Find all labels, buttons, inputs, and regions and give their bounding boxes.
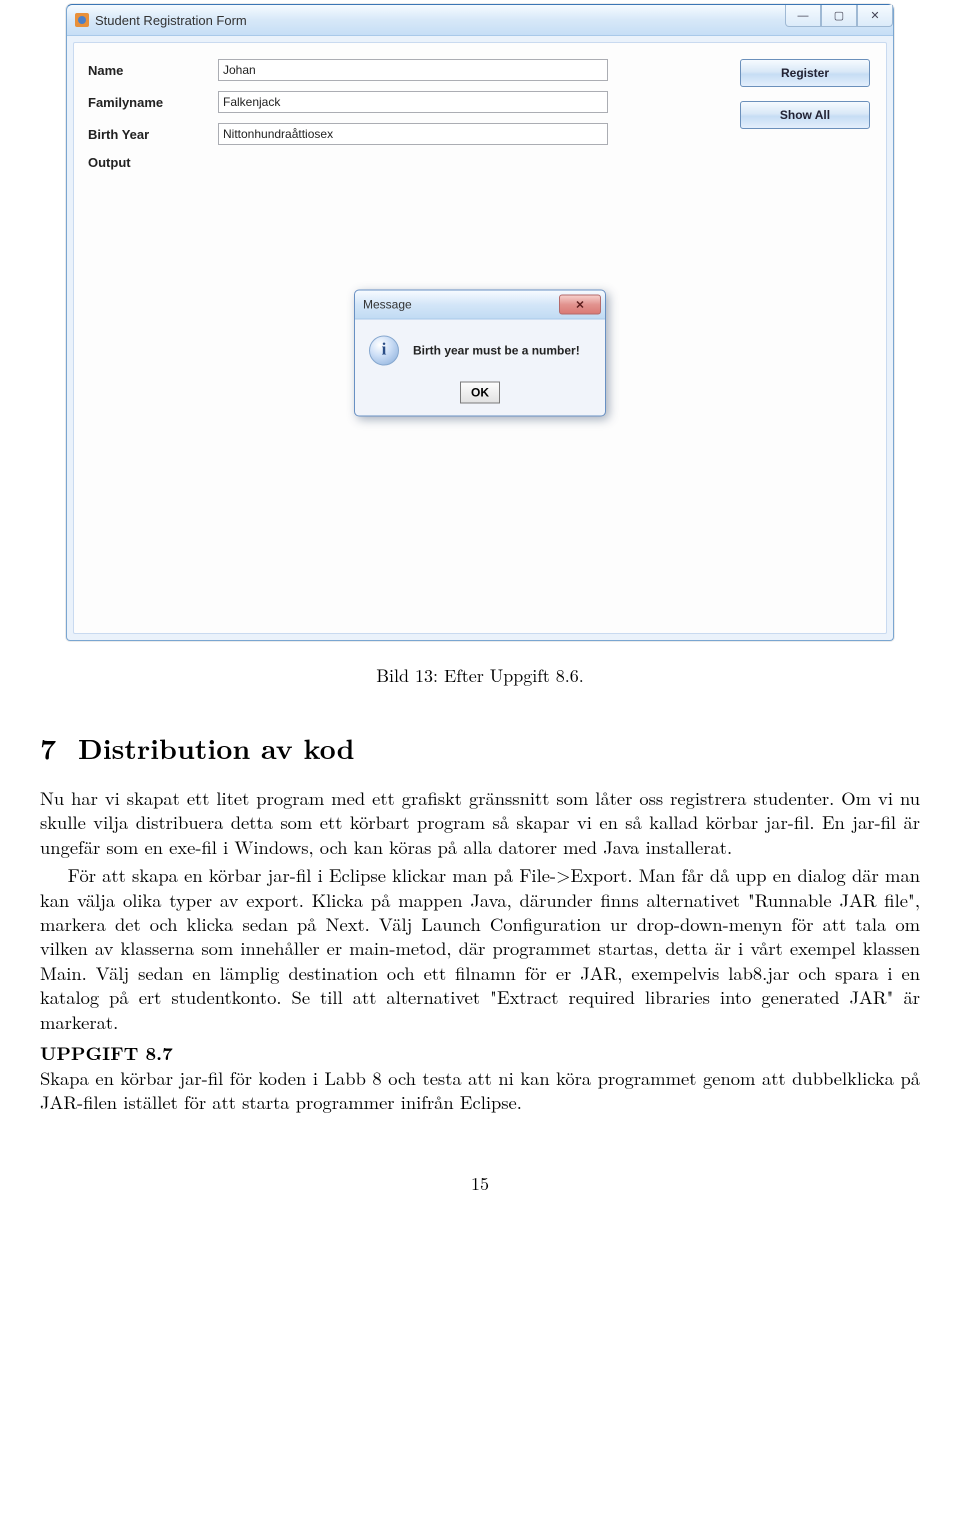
- section-number: 7: [40, 728, 78, 768]
- info-icon: [369, 336, 399, 366]
- register-button[interactable]: Register: [740, 59, 870, 87]
- paragraph-2: För att skapa en körbar jar-fil i Eclips…: [40, 863, 920, 1034]
- familyname-label: Familyname: [88, 95, 218, 110]
- java-icon: [75, 13, 89, 27]
- uppgift-label: UPPGIFT 8.7: [40, 1040, 920, 1066]
- dialog-title: Message: [363, 298, 412, 312]
- minimize-button[interactable]: —: [785, 5, 821, 27]
- name-label: Name: [88, 63, 218, 78]
- maximize-button[interactable]: ▢: [821, 5, 857, 27]
- paragraph-3: Skapa en körbar jar-fil för koden i Labb…: [40, 1066, 920, 1115]
- output-area: Message ✕ Birth year must be a number! O…: [88, 178, 872, 528]
- output-label: Output: [88, 155, 872, 170]
- section-title: Distribution av kod: [78, 728, 354, 768]
- dialog-message: Birth year must be a number!: [413, 344, 580, 358]
- familyname-input[interactable]: [218, 91, 608, 113]
- window-content: Name Familyname Birth Year Output Regist…: [73, 42, 887, 634]
- dialog-close-button[interactable]: ✕: [559, 295, 601, 315]
- figure-caption: Bild 13: Efter Uppgift 8.6.: [40, 663, 920, 688]
- show-all-button[interactable]: Show All: [740, 101, 870, 129]
- close-button[interactable]: ✕: [857, 5, 893, 27]
- dialog-titlebar[interactable]: Message ✕: [355, 291, 605, 320]
- birthyear-label: Birth Year: [88, 127, 218, 142]
- window-titlebar[interactable]: Student Registration Form — ▢ ✕: [67, 5, 893, 36]
- student-registration-window: Student Registration Form — ▢ ✕ Name Fam…: [66, 4, 894, 641]
- section-heading: 7Distribution av kod: [40, 728, 920, 768]
- page-number: 15: [40, 1171, 920, 1196]
- paragraph-1: Nu har vi skapat ett litet program med e…: [40, 786, 920, 859]
- name-input[interactable]: [218, 59, 608, 81]
- dialog-ok-button[interactable]: OK: [460, 382, 500, 404]
- birthyear-input[interactable]: [218, 123, 608, 145]
- message-dialog: Message ✕ Birth year must be a number! O…: [354, 290, 606, 417]
- window-title: Student Registration Form: [95, 13, 247, 28]
